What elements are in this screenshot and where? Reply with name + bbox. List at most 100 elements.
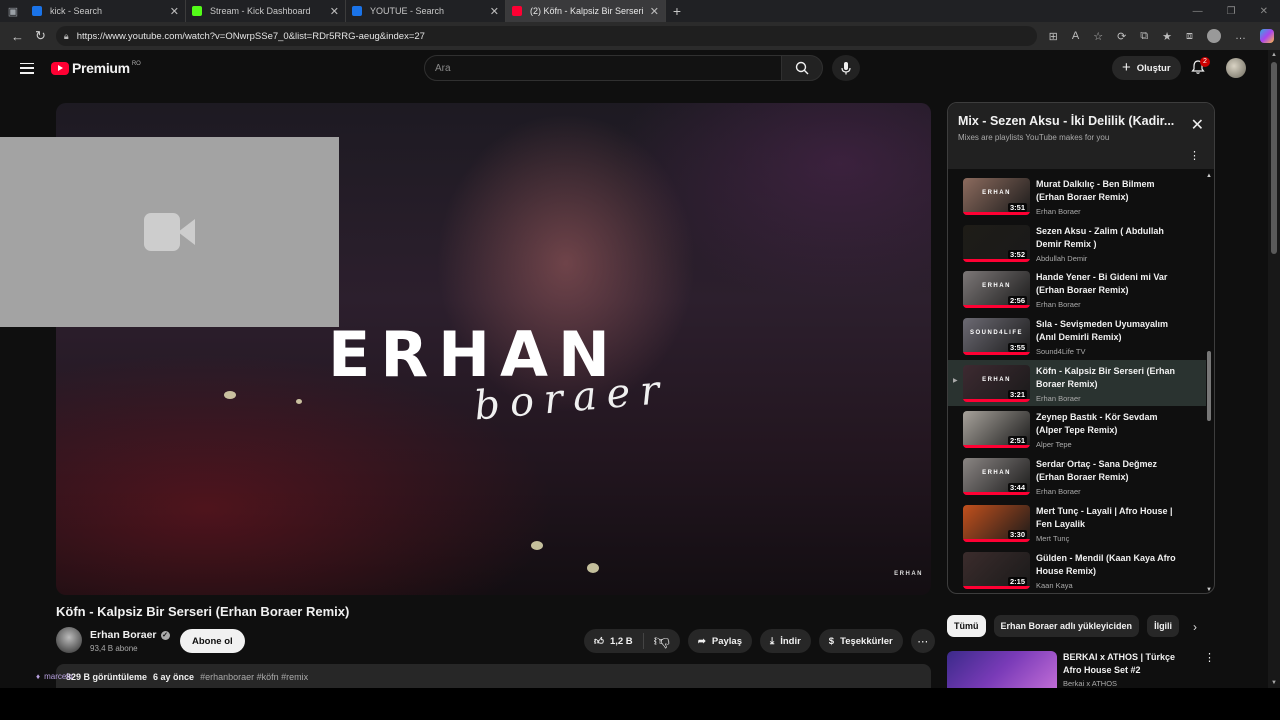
- watched-progress-bar: [963, 445, 1030, 449]
- extensions-icon[interactable]: ⟳: [1117, 30, 1126, 43]
- channel-name-row[interactable]: Erhan Boraer ✓: [90, 629, 170, 641]
- subscribe-button[interactable]: Abone ol: [180, 629, 245, 653]
- now-playing-icon: ▶: [953, 377, 958, 384]
- recommended-thumbnail[interactable]: [947, 651, 1057, 688]
- tab-favicon-icon: [512, 6, 522, 16]
- refresh-icon[interactable]: ↻: [29, 28, 52, 44]
- dislike-button[interactable]: 👎︎: [644, 632, 680, 651]
- page-scroll-thumb[interactable]: [1271, 62, 1277, 254]
- favorites-icon[interactable]: ★: [1162, 30, 1172, 43]
- browser-tab[interactable]: kick - Search ✕: [26, 0, 186, 22]
- playlist-item[interactable]: ERHAN 2:56 Hande Yener - Bi Gideni mi Var …: [948, 266, 1206, 313]
- channel-avatar[interactable]: [56, 627, 82, 653]
- settings-more-icon[interactable]: …: [1235, 30, 1246, 42]
- chevron-right-icon[interactable]: ›: [1193, 620, 1197, 634]
- close-tab-icon[interactable]: ✕: [650, 5, 659, 18]
- playlist-thumbnail[interactable]: ERHAN 3:21: [963, 364, 1030, 402]
- watched-progress-bar: [963, 352, 1030, 356]
- restore-icon[interactable]: ❐: [1227, 6, 1236, 17]
- playlist-thumbnail[interactable]: SOUND4LIFE 3:55: [963, 318, 1030, 356]
- profile-icon[interactable]: [1207, 29, 1222, 43]
- read-aloud-icon[interactable]: A: [1072, 30, 1079, 42]
- split-screen-icon[interactable]: ⧉: [1140, 30, 1148, 43]
- search-input[interactable]: [435, 62, 781, 74]
- more-vertical-icon[interactable]: ⋮: [1204, 651, 1215, 688]
- filter-chip[interactable]: İlgili: [1147, 615, 1180, 637]
- browser-tab[interactable]: YOUTUE - Search ✕: [346, 0, 506, 22]
- playlist-thumbnail[interactable]: ERHAN 3:44: [963, 458, 1030, 496]
- page-scrollbar[interactable]: ▲ ▼: [1268, 50, 1280, 688]
- tab-title: (2) Köfn - Kalpsiz Bir Serseri (: [530, 6, 646, 16]
- voice-search-button[interactable]: [832, 55, 860, 81]
- hamburger-menu-icon[interactable]: [20, 62, 34, 74]
- close-tab-icon[interactable]: ✕: [330, 5, 339, 18]
- playlist-item-channel: Erhan Boraer: [1036, 393, 1081, 403]
- playlist-item[interactable]: ▶ ERHAN 3:21 Köfn - Kalpsiz Bir Serseri (Er…: [948, 359, 1206, 407]
- recommended-video[interactable]: BERKAI x ATHOS | Türkçe Afro House Set #…: [947, 651, 1215, 688]
- hashtags[interactable]: #erhanboraer #köfn #remix: [200, 672, 308, 682]
- favorite-star-icon[interactable]: ☆: [1093, 30, 1103, 43]
- collections-icon[interactable]: ⧈: [1186, 30, 1193, 43]
- app-icon[interactable]: ⊞: [1049, 30, 1058, 43]
- url-field[interactable]: 🔒︎ https://www.youtube.com/watch?v=ONwrp…: [55, 26, 1037, 46]
- channel-name[interactable]: Erhan Boraer: [90, 629, 157, 641]
- recommended-channel[interactable]: Berkai x ATHOS: [1063, 679, 1193, 688]
- playlist-item-channel: Abdullah Demir: [1036, 253, 1088, 263]
- playlist-item-meta: Hande Yener - Bi Gideni mi Var (Erhan Bo…: [1036, 271, 1176, 309]
- duration-badge: 2:51: [1007, 436, 1027, 446]
- scroll-down-icon[interactable]: ▼: [1206, 587, 1212, 593]
- share-button[interactable]: ➦ Paylaş: [687, 629, 752, 653]
- browser-tab[interactable]: Stream - Kick Dashboard ✕: [186, 0, 346, 22]
- playlist-item[interactable]: 2:51 Zeynep Bastık - Kör Sevdam (Alper Te…: [948, 406, 1206, 453]
- back-icon[interactable]: ←: [6, 29, 29, 44]
- playlist-thumbnail[interactable]: ERHAN 3:51: [963, 178, 1030, 215]
- playlist-thumbnail[interactable]: 2:51: [963, 411, 1030, 449]
- scroll-down-icon[interactable]: ▼: [1271, 680, 1277, 686]
- new-tab-button[interactable]: +: [666, 3, 688, 19]
- close-window-icon[interactable]: ✕: [1260, 6, 1268, 17]
- search-button[interactable]: [781, 55, 823, 81]
- filter-chip[interactable]: Tümü: [947, 615, 986, 637]
- playlist-thumbnail[interactable]: 3:52: [963, 224, 1030, 262]
- browser-tab[interactable]: (2) Köfn - Kalpsiz Bir Serseri ( ✕: [506, 0, 666, 22]
- create-button[interactable]: + Oluştur: [1112, 56, 1181, 80]
- playlist-item[interactable]: 2:15 Gülden - Mendil (Kaan Kaya Afro Hous…: [948, 547, 1206, 594]
- scroll-thumb[interactable]: [1207, 351, 1211, 421]
- thanks-button[interactable]: $ Teşekkürler: [818, 629, 903, 653]
- scroll-up-icon[interactable]: ▲: [1206, 173, 1212, 179]
- playlist-scrollbar[interactable]: ▲ ▼: [1206, 173, 1212, 593]
- like-button[interactable]: 👍︎ 1,2 B: [584, 633, 644, 649]
- tab-actions-icon[interactable]: ▣: [0, 0, 26, 22]
- playlist-item[interactable]: SOUND4LIFE 3:55 Sıla - Sevişmeden Uyumayal…: [948, 313, 1206, 360]
- playlist-item[interactable]: ERHAN 3:51 Murat Dalkılıç - Ben Bilmem (Er…: [948, 173, 1206, 220]
- scroll-up-icon[interactable]: ▲: [1271, 52, 1277, 58]
- bokeh-light: [296, 399, 302, 404]
- playlist-items: ERHAN 3:51 Murat Dalkılıç - Ben Bilmem (Er…: [948, 173, 1206, 593]
- recommended-title[interactable]: BERKAI x ATHOS | Türkçe Afro House Set #…: [1063, 651, 1193, 677]
- playlist-thumbnail[interactable]: 3:30: [963, 504, 1030, 542]
- bokeh-light: [587, 563, 599, 573]
- download-button[interactable]: ⤓ İndir: [760, 629, 811, 653]
- video-title: Köfn - Kalpsiz Bir Serseri (Erhan Boraer…: [56, 604, 350, 619]
- account-avatar[interactable]: [1226, 58, 1246, 78]
- close-icon[interactable]: ✕: [1191, 115, 1204, 135]
- playlist-thumbnail[interactable]: ERHAN 2:56: [963, 271, 1030, 309]
- playlist-item[interactable]: ERHAN 3:44 Serdar Ortaç - Sana Değmez (Erh…: [948, 453, 1206, 500]
- filter-chip[interactable]: Erhan Boraer adlı yükleyiciden: [993, 615, 1140, 637]
- copilot-icon[interactable]: [1260, 29, 1275, 43]
- playlist-item[interactable]: 3:52 Sezen Aksu - Zalim ( Abdullah Demir …: [948, 220, 1206, 267]
- close-tab-icon[interactable]: ✕: [490, 5, 499, 18]
- youtube-premium-logo[interactable]: Premium RO: [51, 60, 141, 76]
- playlist-thumbnail[interactable]: 2:15: [963, 551, 1030, 589]
- more-actions-button[interactable]: ⋯: [910, 629, 935, 653]
- close-tab-icon[interactable]: ✕: [170, 5, 179, 18]
- duration-badge: 3:30: [1007, 529, 1027, 539]
- stream-overlay-user: ♦ marcelo: [36, 672, 73, 681]
- playlist-item-meta: Gülden - Mendil (Kaan Kaya Afro House Re…: [1036, 552, 1176, 590]
- playlist-title[interactable]: Mix - Sezen Aksu - İki Delilik (Kadir...: [958, 114, 1183, 128]
- playlist-item[interactable]: 3:30 Mert Tunç - Layali | Afro House | Fe…: [948, 500, 1206, 547]
- more-horizontal-icon: ⋯: [917, 635, 929, 648]
- description-box[interactable]: 829 B görüntüleme 6 ay önce #erhanboraer…: [36, 664, 931, 688]
- minimize-icon[interactable]: —: [1193, 6, 1203, 17]
- more-vertical-icon[interactable]: ⋮: [1189, 149, 1200, 162]
